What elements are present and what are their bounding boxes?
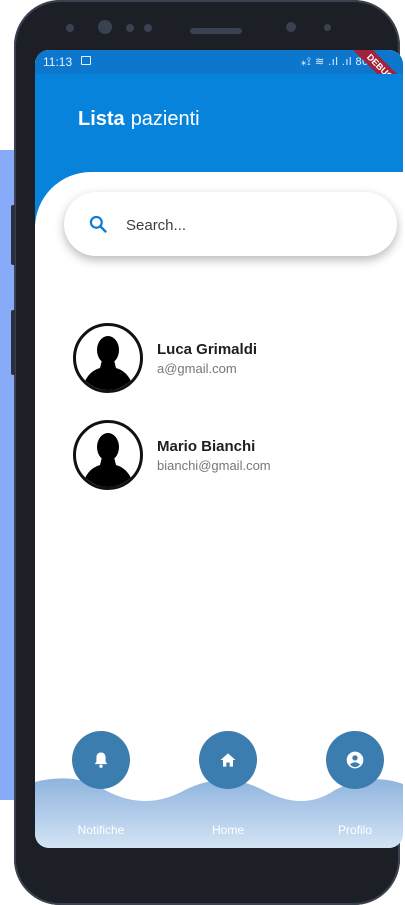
earpiece-speaker — [190, 28, 242, 34]
notifications-nav-label[interactable]: Notifiche — [61, 823, 141, 837]
bell-icon — [94, 752, 108, 768]
profile-nav-button[interactable] — [326, 731, 384, 789]
patient-list-item[interactable]: Luca Grimaldi a@gmail.com — [73, 323, 373, 399]
status-bar: 11:13 ⁎⟟ ≋ .ıl .ıl 80% DEBUG — [35, 50, 403, 104]
avatar — [73, 323, 143, 393]
home-nav-label[interactable]: Home — [188, 823, 268, 837]
page-title-rest: pazienti — [130, 108, 200, 130]
search-bar[interactable] — [64, 192, 397, 256]
account-circle-icon — [346, 751, 364, 769]
bottom-navigation: Notifiche Home Profilo — [35, 718, 403, 848]
patient-name: Luca Grimaldi — [157, 341, 258, 358]
notifications-nav-button[interactable] — [72, 731, 130, 789]
page-title: Lista pazienti — [78, 108, 200, 131]
search-icon — [89, 215, 107, 233]
person-silhouette-icon — [82, 433, 134, 487]
patient-email: a@gmail.com — [157, 361, 237, 376]
image-notification-icon — [81, 56, 91, 65]
sensor-dot — [66, 24, 74, 32]
proximity-sensor — [286, 22, 296, 32]
patient-email: bianchi@gmail.com — [157, 458, 271, 473]
home-nav-button[interactable] — [199, 731, 257, 789]
status-time: 11:13 — [43, 55, 73, 69]
search-input[interactable] — [124, 210, 368, 240]
top-bezel — [14, 0, 400, 50]
patient-list-item[interactable]: Mario Bianchi bianchi@gmail.com — [73, 420, 373, 496]
front-camera — [98, 20, 112, 34]
sensor-dot — [126, 24, 134, 32]
page-title-bold: Lista — [78, 108, 125, 130]
person-silhouette-icon — [82, 336, 134, 390]
volume-button — [11, 205, 15, 265]
avatar — [73, 420, 143, 490]
profile-nav-label[interactable]: Profilo — [315, 823, 395, 837]
home-icon — [220, 753, 236, 767]
patient-name: Mario Bianchi — [157, 438, 256, 455]
phone-frame: 11:13 ⁎⟟ ≋ .ıl .ıl 80% DEBUG Lista pazien… — [11, 0, 403, 905]
sensor-dot — [144, 24, 152, 32]
app-screen: 11:13 ⁎⟟ ≋ .ıl .ıl 80% DEBUG Lista pazien… — [35, 50, 403, 848]
bixby-button — [11, 310, 15, 375]
sensor-dot — [324, 24, 331, 31]
